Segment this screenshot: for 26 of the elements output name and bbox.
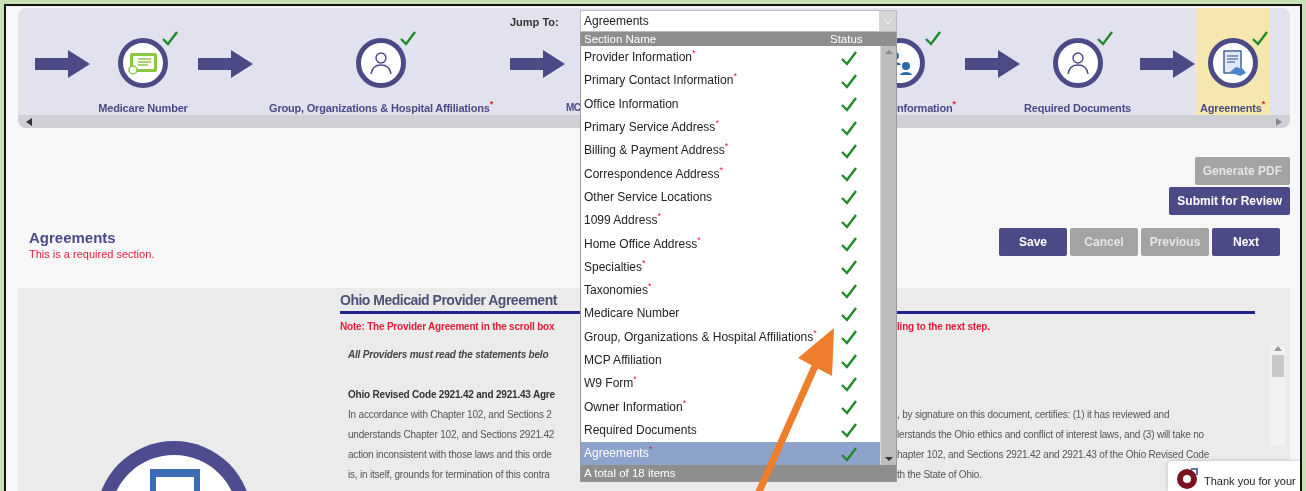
step-label: nformation$^{*}$ bbox=[897, 102, 956, 114]
jump-to-label: Jump To: bbox=[510, 16, 559, 28]
agreement-title: Ohio Medicaid Provider Agreement bbox=[340, 292, 557, 308]
intro-text: All Providers must read the statements belo bbox=[348, 348, 549, 360]
column-header: Section Name bbox=[584, 33, 658, 45]
step-label: Medicare Number bbox=[98, 102, 188, 114]
step-label: Group, Organizations & Hospital Affiliations$^{*}$ bbox=[269, 102, 493, 114]
column-header: Status bbox=[830, 33, 864, 45]
step-label: Required Documents bbox=[1024, 102, 1131, 114]
paragraph-line: , by signature on this document, certifies: (1) it has reviewed and bbox=[897, 408, 1170, 420]
paragraph-line: lerstands the Ohio ethics and conflict of interest laws, and (3) will take no bbox=[897, 428, 1204, 440]
paragraph-line: In accordance with Chapter 102, and Sections 2 bbox=[348, 408, 552, 420]
paragraph-line: hapter 102, and Sections 2921.42 and 2921.43 of the Ohio Revised Code bbox=[897, 448, 1209, 460]
required-note: This is a required section. bbox=[29, 248, 155, 260]
paragraph-line: is, in itself, grounds for termination of this contra bbox=[348, 468, 550, 480]
section-title: Agreements bbox=[29, 229, 117, 246]
paragraph-line: action inconsistent with those laws and this orde bbox=[348, 448, 552, 460]
chat-message: Thank you for your bbox=[1204, 475, 1296, 489]
paragraph-heading: Ohio Revised Code 2921.42 and 2921.43 Agre bbox=[348, 388, 555, 400]
item-count: A total of 18 items bbox=[581, 465, 896, 482]
step-label: Agreements$^{*}$ bbox=[1200, 102, 1265, 114]
note-text: ling to the next step. bbox=[897, 320, 990, 332]
note-text: Note: The Provider Agreement in the scroll box bbox=[340, 320, 555, 332]
paragraph-line: th the State of Ohio. bbox=[897, 468, 982, 480]
paragraph-line: understands Chapter 102, and Sections 2921.42 bbox=[348, 428, 555, 440]
step-label: MC bbox=[566, 102, 580, 113]
